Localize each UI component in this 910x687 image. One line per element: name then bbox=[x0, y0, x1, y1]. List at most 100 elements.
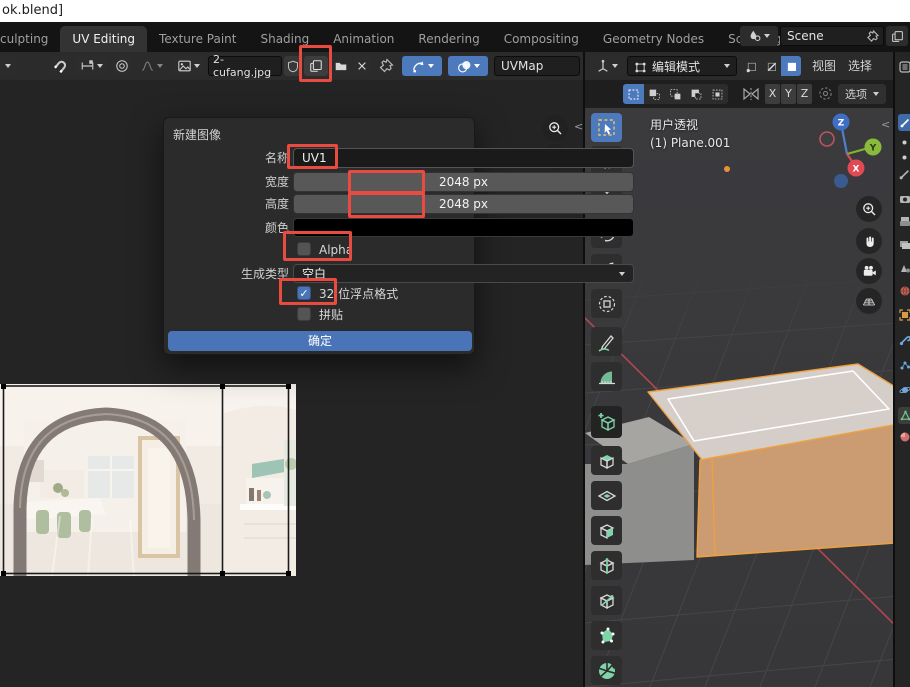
tool-add-cube[interactable] bbox=[591, 406, 622, 438]
viewport-zoom-button[interactable] bbox=[856, 196, 882, 222]
image-browse-button[interactable] bbox=[170, 56, 206, 76]
face-select-icon bbox=[785, 60, 798, 73]
camera-icon bbox=[861, 263, 877, 279]
snap-mode-button[interactable] bbox=[74, 56, 108, 76]
tab-material[interactable] bbox=[898, 430, 910, 443]
overlays-toggle-button[interactable] bbox=[448, 56, 488, 76]
generated-type-dropdown[interactable]: 空白 bbox=[293, 264, 634, 283]
tab-particles[interactable] bbox=[898, 358, 910, 371]
overlays-icon bbox=[457, 59, 472, 74]
properties-editor-type-icon[interactable] bbox=[898, 60, 910, 73]
scene-icon bbox=[748, 29, 762, 43]
tab-world[interactable] bbox=[898, 284, 910, 297]
new-scene-button[interactable] bbox=[886, 26, 908, 46]
tool-loop-cut[interactable] bbox=[591, 551, 622, 580]
tool-transform[interactable] bbox=[591, 289, 622, 318]
duplicate-icon bbox=[891, 30, 904, 43]
scene-name-field[interactable]: Scene bbox=[780, 26, 884, 46]
select-subtract-button[interactable] bbox=[665, 84, 686, 104]
chevron-down-icon bbox=[724, 64, 730, 68]
tab-object[interactable] bbox=[898, 308, 910, 321]
uv-zoom-button[interactable] bbox=[542, 115, 568, 141]
select-set-button[interactable] bbox=[623, 84, 644, 104]
mirror-x-toggle[interactable]: X bbox=[765, 84, 780, 104]
select-invert-button[interactable] bbox=[686, 84, 707, 104]
tab-texture-paint[interactable]: Texture Paint bbox=[147, 26, 248, 52]
mirror-y-toggle[interactable]: Y bbox=[781, 84, 796, 104]
open-image-button[interactable] bbox=[331, 56, 351, 76]
tool-bevel[interactable] bbox=[591, 516, 622, 545]
select-mode-vertex[interactable] bbox=[741, 56, 761, 76]
tool-annotate[interactable] bbox=[591, 327, 622, 356]
height-slider[interactable]: 2048 px bbox=[293, 194, 634, 214]
tool-extrude-region[interactable] bbox=[591, 446, 622, 475]
tool-knife[interactable] bbox=[591, 586, 622, 615]
gizmos-toggle-button[interactable] bbox=[402, 56, 442, 76]
tab-tool[interactable] bbox=[898, 168, 910, 181]
tiled-checkbox[interactable] bbox=[297, 307, 311, 321]
viewport-pan-button[interactable] bbox=[856, 228, 882, 254]
pin-button[interactable] bbox=[378, 58, 394, 74]
tab-modifiers[interactable] bbox=[898, 333, 910, 346]
bevel-icon bbox=[596, 520, 618, 542]
name-input[interactable]: UV1 bbox=[293, 148, 634, 168]
tab-output[interactable] bbox=[898, 215, 910, 228]
falloff-curve-icon bbox=[140, 59, 155, 73]
editor-type-button[interactable] bbox=[589, 56, 625, 76]
annotate-pen-icon bbox=[596, 331, 618, 353]
mirror-z-toggle[interactable]: Z bbox=[797, 84, 812, 104]
tool-spin[interactable] bbox=[591, 656, 622, 685]
select-intersect-button[interactable] bbox=[707, 84, 728, 104]
viewport-camera-button[interactable] bbox=[856, 258, 882, 284]
gizmo-neg-x-ball[interactable] bbox=[820, 132, 834, 146]
tab-uv-editing[interactable]: UV Editing bbox=[60, 26, 147, 52]
options-dropdown[interactable]: 选项 bbox=[838, 84, 886, 104]
tab-rendering[interactable]: Rendering bbox=[406, 26, 491, 52]
tab-geometry-nodes[interactable]: Geometry Nodes bbox=[591, 26, 716, 52]
image-name-field[interactable]: 2-cufang.jpg bbox=[208, 56, 282, 76]
tab-scene[interactable] bbox=[898, 261, 910, 274]
tab-active-tool[interactable] bbox=[898, 114, 910, 131]
tab-sculpting[interactable]: culpting bbox=[0, 26, 60, 52]
proportional-editing-button[interactable] bbox=[112, 56, 132, 76]
tool-select-box[interactable] bbox=[591, 113, 622, 142]
scene-browse-button[interactable] bbox=[740, 26, 778, 46]
uv-image-preview[interactable] bbox=[0, 384, 296, 576]
select-mode-face[interactable] bbox=[781, 56, 801, 76]
mode-selector[interactable]: 编辑模式 bbox=[627, 56, 737, 76]
tab-render[interactable] bbox=[898, 192, 910, 205]
dialog-title: 新建图像 bbox=[173, 126, 221, 143]
select-extend-button[interactable] bbox=[644, 84, 665, 104]
tool-poly-build[interactable] bbox=[591, 621, 622, 650]
pin-icon[interactable] bbox=[866, 30, 879, 43]
tab-object-data[interactable] bbox=[898, 407, 910, 424]
tool-measure[interactable] bbox=[591, 362, 622, 391]
unlink-image-button[interactable] bbox=[353, 56, 371, 76]
tool-inset-faces[interactable] bbox=[591, 481, 622, 510]
uv-sidebar-collapse-arrow[interactable]: < bbox=[574, 120, 583, 133]
ok-button[interactable]: 确定 bbox=[168, 331, 472, 351]
tab-animation[interactable]: Animation bbox=[321, 26, 406, 52]
mirror-butterfly-icon bbox=[742, 86, 760, 102]
editor-type-button[interactable] bbox=[0, 56, 16, 76]
gizmo-neg-z-ball[interactable] bbox=[834, 174, 848, 188]
uvmap-field[interactable]: UVMap bbox=[494, 56, 580, 76]
menu-select[interactable]: 选择 bbox=[848, 52, 872, 80]
tab-view-layer[interactable] bbox=[898, 238, 910, 251]
snap-toggle-button[interactable] bbox=[50, 56, 72, 76]
width-slider[interactable]: 2048 px bbox=[293, 172, 634, 192]
menu-view[interactable]: 视图 bbox=[812, 52, 836, 80]
object-origin-dot bbox=[724, 166, 730, 172]
tab-compositing[interactable]: Compositing bbox=[492, 26, 591, 52]
folder-icon bbox=[334, 60, 348, 73]
loop-cut-icon bbox=[596, 555, 618, 577]
mirror-toggle[interactable] bbox=[742, 86, 760, 102]
proportional-editing-toggle[interactable] bbox=[818, 86, 833, 101]
extrude-region-icon bbox=[596, 450, 618, 472]
select-mode-edge[interactable] bbox=[761, 56, 781, 76]
viewport-ortho-button[interactable] bbox=[856, 288, 882, 314]
tab-physics[interactable] bbox=[898, 383, 910, 396]
navigation-gizmo[interactable]: Z Y X bbox=[815, 110, 893, 192]
chevron-down-icon bbox=[194, 64, 200, 68]
falloff-curve-button[interactable] bbox=[134, 56, 168, 76]
